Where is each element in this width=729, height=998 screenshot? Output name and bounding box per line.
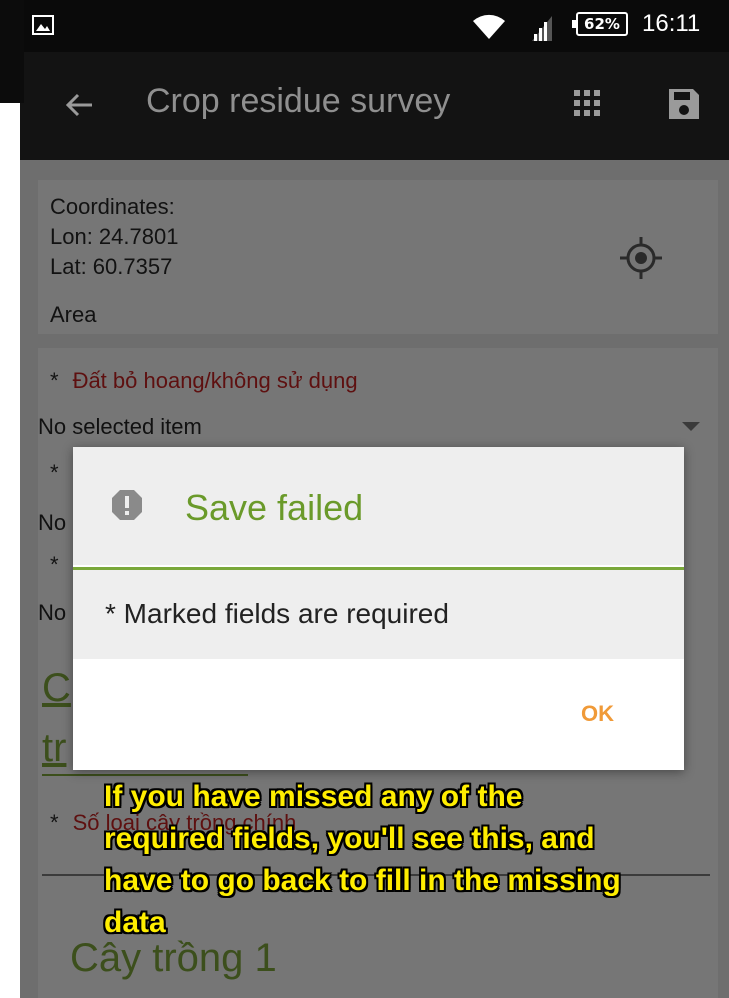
clock-time: 16:11 <box>642 10 701 37</box>
caption-line: data <box>104 906 166 939</box>
gps-target-icon[interactable] <box>618 235 664 281</box>
field-label-fallow-land: Đất bỏ hoang/không sử dụng <box>72 368 358 393</box>
dropdown-arrow-icon[interactable] <box>682 422 700 431</box>
dialog-body: * Marked fields are required <box>73 570 684 659</box>
screenshot-edge <box>0 0 24 103</box>
required-asterisk: * <box>50 552 59 577</box>
dialog-message: * Marked fields are required <box>105 598 449 629</box>
wifi-icon <box>473 14 505 40</box>
required-field-label: * Đất bỏ hoang/không sử dụng <box>50 368 358 394</box>
save-failed-dialog: Save failed * Marked fields are required… <box>73 447 684 770</box>
section-heading-partial: C <box>42 666 71 710</box>
photo-icon <box>32 15 54 35</box>
location-card: Coordinates: Lon: 24.7801 Lat: 60.7357 A… <box>38 180 718 334</box>
app-toolbar: Crop residue survey <box>20 52 729 160</box>
latitude-value: Lat: 60.7357 <box>50 254 173 279</box>
caption-line: required fields, you'll see this, and <box>104 822 595 855</box>
page-title: Crop residue survey <box>146 82 451 120</box>
dropdown-value[interactable]: No <box>38 510 66 536</box>
section-heading-partial: tr <box>42 726 67 770</box>
grid-icon[interactable] <box>574 90 600 116</box>
required-asterisk: * <box>50 810 59 835</box>
dropdown-value[interactable]: No selected item <box>38 414 202 440</box>
dropdown-value[interactable]: No <box>38 600 66 626</box>
dialog-header: Save failed <box>73 447 684 565</box>
caption-line: have to go back to fill in the missing <box>104 864 621 897</box>
phone-screen: 62% 16:11 Crop residue survey Coordinate… <box>20 0 729 998</box>
status-bar: 62% 16:11 <box>20 0 729 52</box>
coordinates-block: Coordinates: Lon: 24.7801 Lat: 60.7357 <box>50 192 178 282</box>
battery-icon: 62% <box>572 12 628 36</box>
tutorial-caption: If you have missed any of the required f… <box>104 776 729 944</box>
alert-icon <box>112 490 142 520</box>
coordinates-label: Coordinates: <box>50 194 175 219</box>
signal-icon <box>532 16 552 41</box>
save-icon[interactable] <box>666 86 702 122</box>
caption-line: If you have missed any of the <box>104 780 523 813</box>
longitude-value: Lon: 24.7801 <box>50 224 179 249</box>
dialog-title: Save failed <box>185 487 364 528</box>
ok-button[interactable]: OK <box>581 701 614 727</box>
required-asterisk: * <box>50 368 59 393</box>
back-arrow-icon[interactable] <box>64 90 94 120</box>
required-asterisk: * <box>50 460 59 485</box>
area-label: Area <box>50 302 97 327</box>
